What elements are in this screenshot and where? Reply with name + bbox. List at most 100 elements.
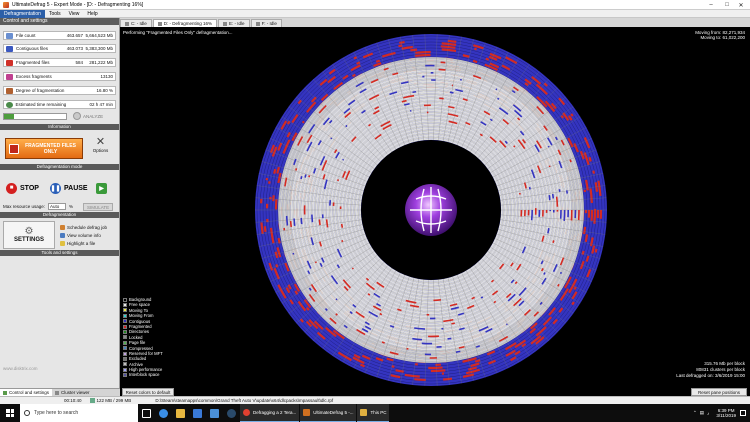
stat-value-mb: 5,664,523 Mb <box>85 33 113 38</box>
start-button[interactable] <box>0 404 20 422</box>
section-tools-settings: Tools and settings <box>0 250 119 256</box>
legend-item[interactable]: Interblock space <box>123 372 163 377</box>
stat-fragmented-files: Fragmented files 584 281,222 Mb <box>3 58 116 67</box>
status-bar: 00:10:40 122 MB / 299 MB D:\Steam\steama… <box>0 396 750 404</box>
network-icon[interactable]: ▤ <box>700 410 704 416</box>
drive-tabs: C: - Idle D: - Defragmenting 16% E: - Id… <box>120 18 750 27</box>
store-button[interactable] <box>189 404 206 422</box>
resource-usage-row: Max resource usage: Auto % SIMULATE <box>3 202 116 211</box>
contiguous-icon <box>6 45 13 52</box>
disk-map-view[interactable]: Performing "Fragmented Files Only" defra… <box>120 27 750 388</box>
steam-button[interactable] <box>223 404 240 422</box>
taskbar-search[interactable]: Type here to search <box>20 404 138 422</box>
volume-icon[interactable]: ♪ <box>707 411 709 416</box>
ultimatedefrag-icon <box>303 409 311 416</box>
taskbar-app-chrome[interactable]: Defragging a 2 Tera... <box>240 404 300 422</box>
clock-date: 3/11/2019 <box>716 413 736 418</box>
options-button[interactable]: ✕ Options <box>88 136 113 160</box>
schedule-defrag-link[interactable]: Schedule defrag job <box>60 223 107 231</box>
legend-swatch <box>123 356 127 361</box>
moving-to-label: Moving to: <box>700 35 722 40</box>
legend-swatch <box>123 340 127 345</box>
fragmented-files-only-button[interactable]: FRAGMENTED FILES ONLY <box>5 138 83 159</box>
legend-swatch <box>123 297 127 302</box>
highlight-file-link[interactable]: Highlight a file <box>60 239 95 247</box>
settings-button[interactable]: ⚙ SETTINGS <box>3 221 55 249</box>
view-volume-info-link[interactable]: View volume info <box>60 231 101 239</box>
window-title: UltimateDefrag 5 - Expert Mode - [D: - D… <box>12 1 144 8</box>
task-view-button[interactable] <box>138 404 155 422</box>
last-defragged: Last defragged on: 3/6/2019 15:00 <box>676 373 745 378</box>
calendar-icon <box>60 224 65 230</box>
stop-button[interactable]: ■ STOP <box>6 181 39 195</box>
tab-cluster-viewer[interactable]: Cluster viewer <box>52 389 93 396</box>
tab-drive-d[interactable]: D: - Defragmenting 16% <box>152 19 218 27</box>
taskbar-app-ultimatedefrag[interactable]: UltimateDefrag 5 -... <box>300 404 357 422</box>
map-status: Performing "Fragmented Files Only" defra… <box>123 30 233 35</box>
volume-icon <box>60 232 65 238</box>
clock[interactable]: 6:39 PM 3/11/2019 <box>716 408 736 418</box>
pause-icon: ❚❚ <box>50 182 61 194</box>
notification-icon[interactable] <box>740 410 746 416</box>
reset-colors-button[interactable]: Reset colors to default <box>122 388 174 396</box>
pause-button[interactable]: ❚❚ PAUSE <box>50 181 88 195</box>
tray-up-icon[interactable]: ⌃ <box>693 410 697 416</box>
gear-icon: ⚙ <box>24 226 34 237</box>
stat-value: 584 <box>75 60 83 65</box>
stat-value: 463.073 <box>66 46 83 51</box>
stat-label: Excess fragments <box>16 74 52 79</box>
tab-control-settings[interactable]: Control and settings <box>0 389 53 396</box>
close-icon[interactable]: ✕ <box>734 0 748 10</box>
drive-icon <box>223 21 228 26</box>
tab-drive-c[interactable]: C: - Idle <box>120 19 152 27</box>
analyze-button[interactable]: ANALYZE <box>73 112 103 120</box>
pause-label: PAUSE <box>64 184 88 192</box>
maximize-icon[interactable]: □ <box>720 0 734 10</box>
legend-swatch <box>123 303 127 308</box>
tab-drive-e[interactable]: E: - Idle <box>218 19 250 27</box>
resource-select[interactable]: Auto <box>48 203 67 210</box>
stat-label: Contiguous files <box>16 46 49 51</box>
resume-button[interactable]: ▶ <box>96 181 110 195</box>
system-tray: ⌃ ▤ ♪ 6:39 PM 3/11/2019 <box>693 404 746 422</box>
degree-icon <box>6 87 13 94</box>
tools-icon: ✕ <box>95 136 106 148</box>
legend-swatch <box>123 330 127 335</box>
edge-button[interactable] <box>155 404 172 422</box>
menu-tools[interactable]: Tools <box>45 11 65 17</box>
legend-swatch <box>123 373 127 378</box>
highlight-icon <box>60 240 65 246</box>
folder-icon <box>176 408 185 418</box>
stat-value: 463.657 <box>66 33 83 38</box>
explorer-button[interactable] <box>172 404 189 422</box>
tool-label: View volume info <box>67 232 101 238</box>
stat-label: Estimated time remaining <box>15 102 67 107</box>
chrome-icon <box>243 409 250 416</box>
menu-defragmentation[interactable]: Defragmentation <box>0 9 45 18</box>
disk-map[interactable] <box>120 27 750 388</box>
menu-help[interactable]: Help <box>83 11 101 17</box>
app-label: Defragging a 2 Tera... <box>253 410 297 415</box>
task-view-icon <box>142 408 151 418</box>
legend-swatch <box>123 346 127 351</box>
legend-swatch <box>123 324 127 329</box>
legend-swatch <box>123 362 127 367</box>
stat-label: Fragmented files <box>16 60 50 65</box>
tab-drive-f[interactable]: F: - Idle <box>250 19 282 27</box>
simulate-button[interactable]: SIMULATE <box>83 202 114 211</box>
control-tab-icon <box>3 390 7 395</box>
mail-button[interactable] <box>206 404 223 422</box>
legend-swatch <box>123 335 127 340</box>
minimize-icon[interactable]: – <box>704 0 718 10</box>
taskbar-app-thispc[interactable]: This PC <box>357 404 390 422</box>
elapsed-time: 00:10:40 <box>64 398 82 403</box>
windows-icon <box>6 409 14 417</box>
fragmented-mode-icon <box>9 143 19 154</box>
resource-label: Max resource usage: <box>3 204 46 209</box>
legend-swatch <box>123 351 127 356</box>
search-icon <box>24 410 30 416</box>
menu-view[interactable]: View <box>65 11 84 17</box>
reset-pane-positions-button[interactable]: Reset pane positions <box>691 388 747 396</box>
website-watermark: www.disktrix.com <box>3 366 38 371</box>
legend-swatch <box>123 308 127 313</box>
